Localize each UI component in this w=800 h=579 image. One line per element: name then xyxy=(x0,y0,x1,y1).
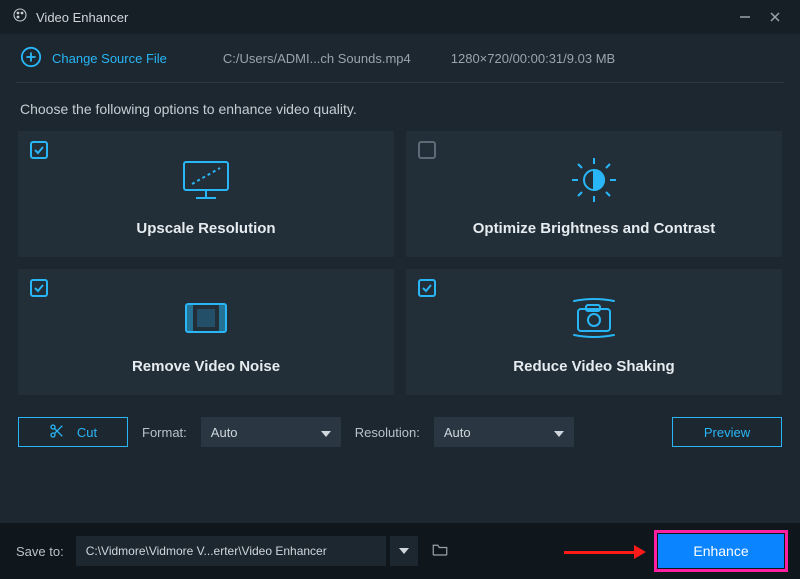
preview-button[interactable]: Preview xyxy=(672,417,782,447)
format-value: Auto xyxy=(211,425,238,440)
change-source-label: Change Source File xyxy=(52,51,167,66)
monitor-upscale-icon xyxy=(178,152,234,208)
source-file-path: C:/Users/ADMI...ch Sounds.mp4 xyxy=(223,51,411,66)
browse-folder-button[interactable] xyxy=(426,536,454,566)
option-remove-noise[interactable]: Remove Video Noise xyxy=(18,269,394,395)
resolution-label: Resolution: xyxy=(355,425,420,440)
resolution-select[interactable]: Auto xyxy=(434,417,574,447)
enhance-button[interactable]: Enhance xyxy=(658,534,784,568)
options-grid: Upscale Resolution Optimize Brightness a… xyxy=(0,131,800,395)
format-label: Format: xyxy=(142,425,187,440)
checkbox-upscale[interactable] xyxy=(30,141,48,159)
window-title: Video Enhancer xyxy=(36,10,730,25)
option-label: Optimize Brightness and Contrast xyxy=(473,220,716,237)
option-label: Reduce Video Shaking xyxy=(513,358,674,375)
titlebar: Video Enhancer xyxy=(0,0,800,34)
film-noise-icon xyxy=(178,290,234,346)
caret-down-icon xyxy=(321,425,331,440)
change-source-button[interactable]: Change Source File xyxy=(20,46,167,71)
bottom-bar: Save to: C:\Vidmore\Vidmore V...erter\Vi… xyxy=(0,523,800,579)
camera-shake-icon xyxy=(566,290,622,346)
controls-row: Cut Format: Auto Resolution: Auto Previe… xyxy=(0,395,800,457)
palette-icon xyxy=(12,7,28,28)
save-path-value: C:\Vidmore\Vidmore V...erter\Video Enhan… xyxy=(86,544,327,558)
option-label: Remove Video Noise xyxy=(132,358,280,375)
checkbox-noise[interactable] xyxy=(30,279,48,297)
option-upscale-resolution[interactable]: Upscale Resolution xyxy=(18,131,394,257)
format-select[interactable]: Auto xyxy=(201,417,341,447)
cut-label: Cut xyxy=(77,425,97,440)
caret-down-icon xyxy=(554,425,564,440)
save-path-dropdown[interactable] xyxy=(390,536,418,566)
option-reduce-shaking[interactable]: Reduce Video Shaking xyxy=(406,269,782,395)
cut-button[interactable]: Cut xyxy=(18,417,128,447)
option-brightness-contrast[interactable]: Optimize Brightness and Contrast xyxy=(406,131,782,257)
plus-circle-icon xyxy=(20,46,42,71)
video-enhancer-window: Video Enhancer Change Source File C:/Use… xyxy=(0,0,800,579)
checkbox-brightness[interactable] xyxy=(418,141,436,159)
checkbox-shaking[interactable] xyxy=(418,279,436,297)
option-label: Upscale Resolution xyxy=(136,220,275,237)
minimize-button[interactable] xyxy=(730,2,760,32)
preview-label: Preview xyxy=(704,425,750,440)
enhance-label: Enhance xyxy=(693,543,748,559)
scissors-icon xyxy=(49,423,65,442)
source-file-meta: 1280×720/00:00:31/9.03 MB xyxy=(451,51,615,66)
resolution-value: Auto xyxy=(444,425,471,440)
source-row: Change Source File C:/Users/ADMI...ch So… xyxy=(0,34,800,82)
brightness-icon xyxy=(568,152,620,208)
arrow-annotation xyxy=(564,545,646,559)
save-path-field[interactable]: C:\Vidmore\Vidmore V...erter\Video Enhan… xyxy=(76,536,386,566)
close-button[interactable] xyxy=(760,2,790,32)
folder-icon xyxy=(431,541,449,562)
instruction-text: Choose the following options to enhance … xyxy=(0,83,800,131)
save-to-label: Save to: xyxy=(16,544,64,559)
